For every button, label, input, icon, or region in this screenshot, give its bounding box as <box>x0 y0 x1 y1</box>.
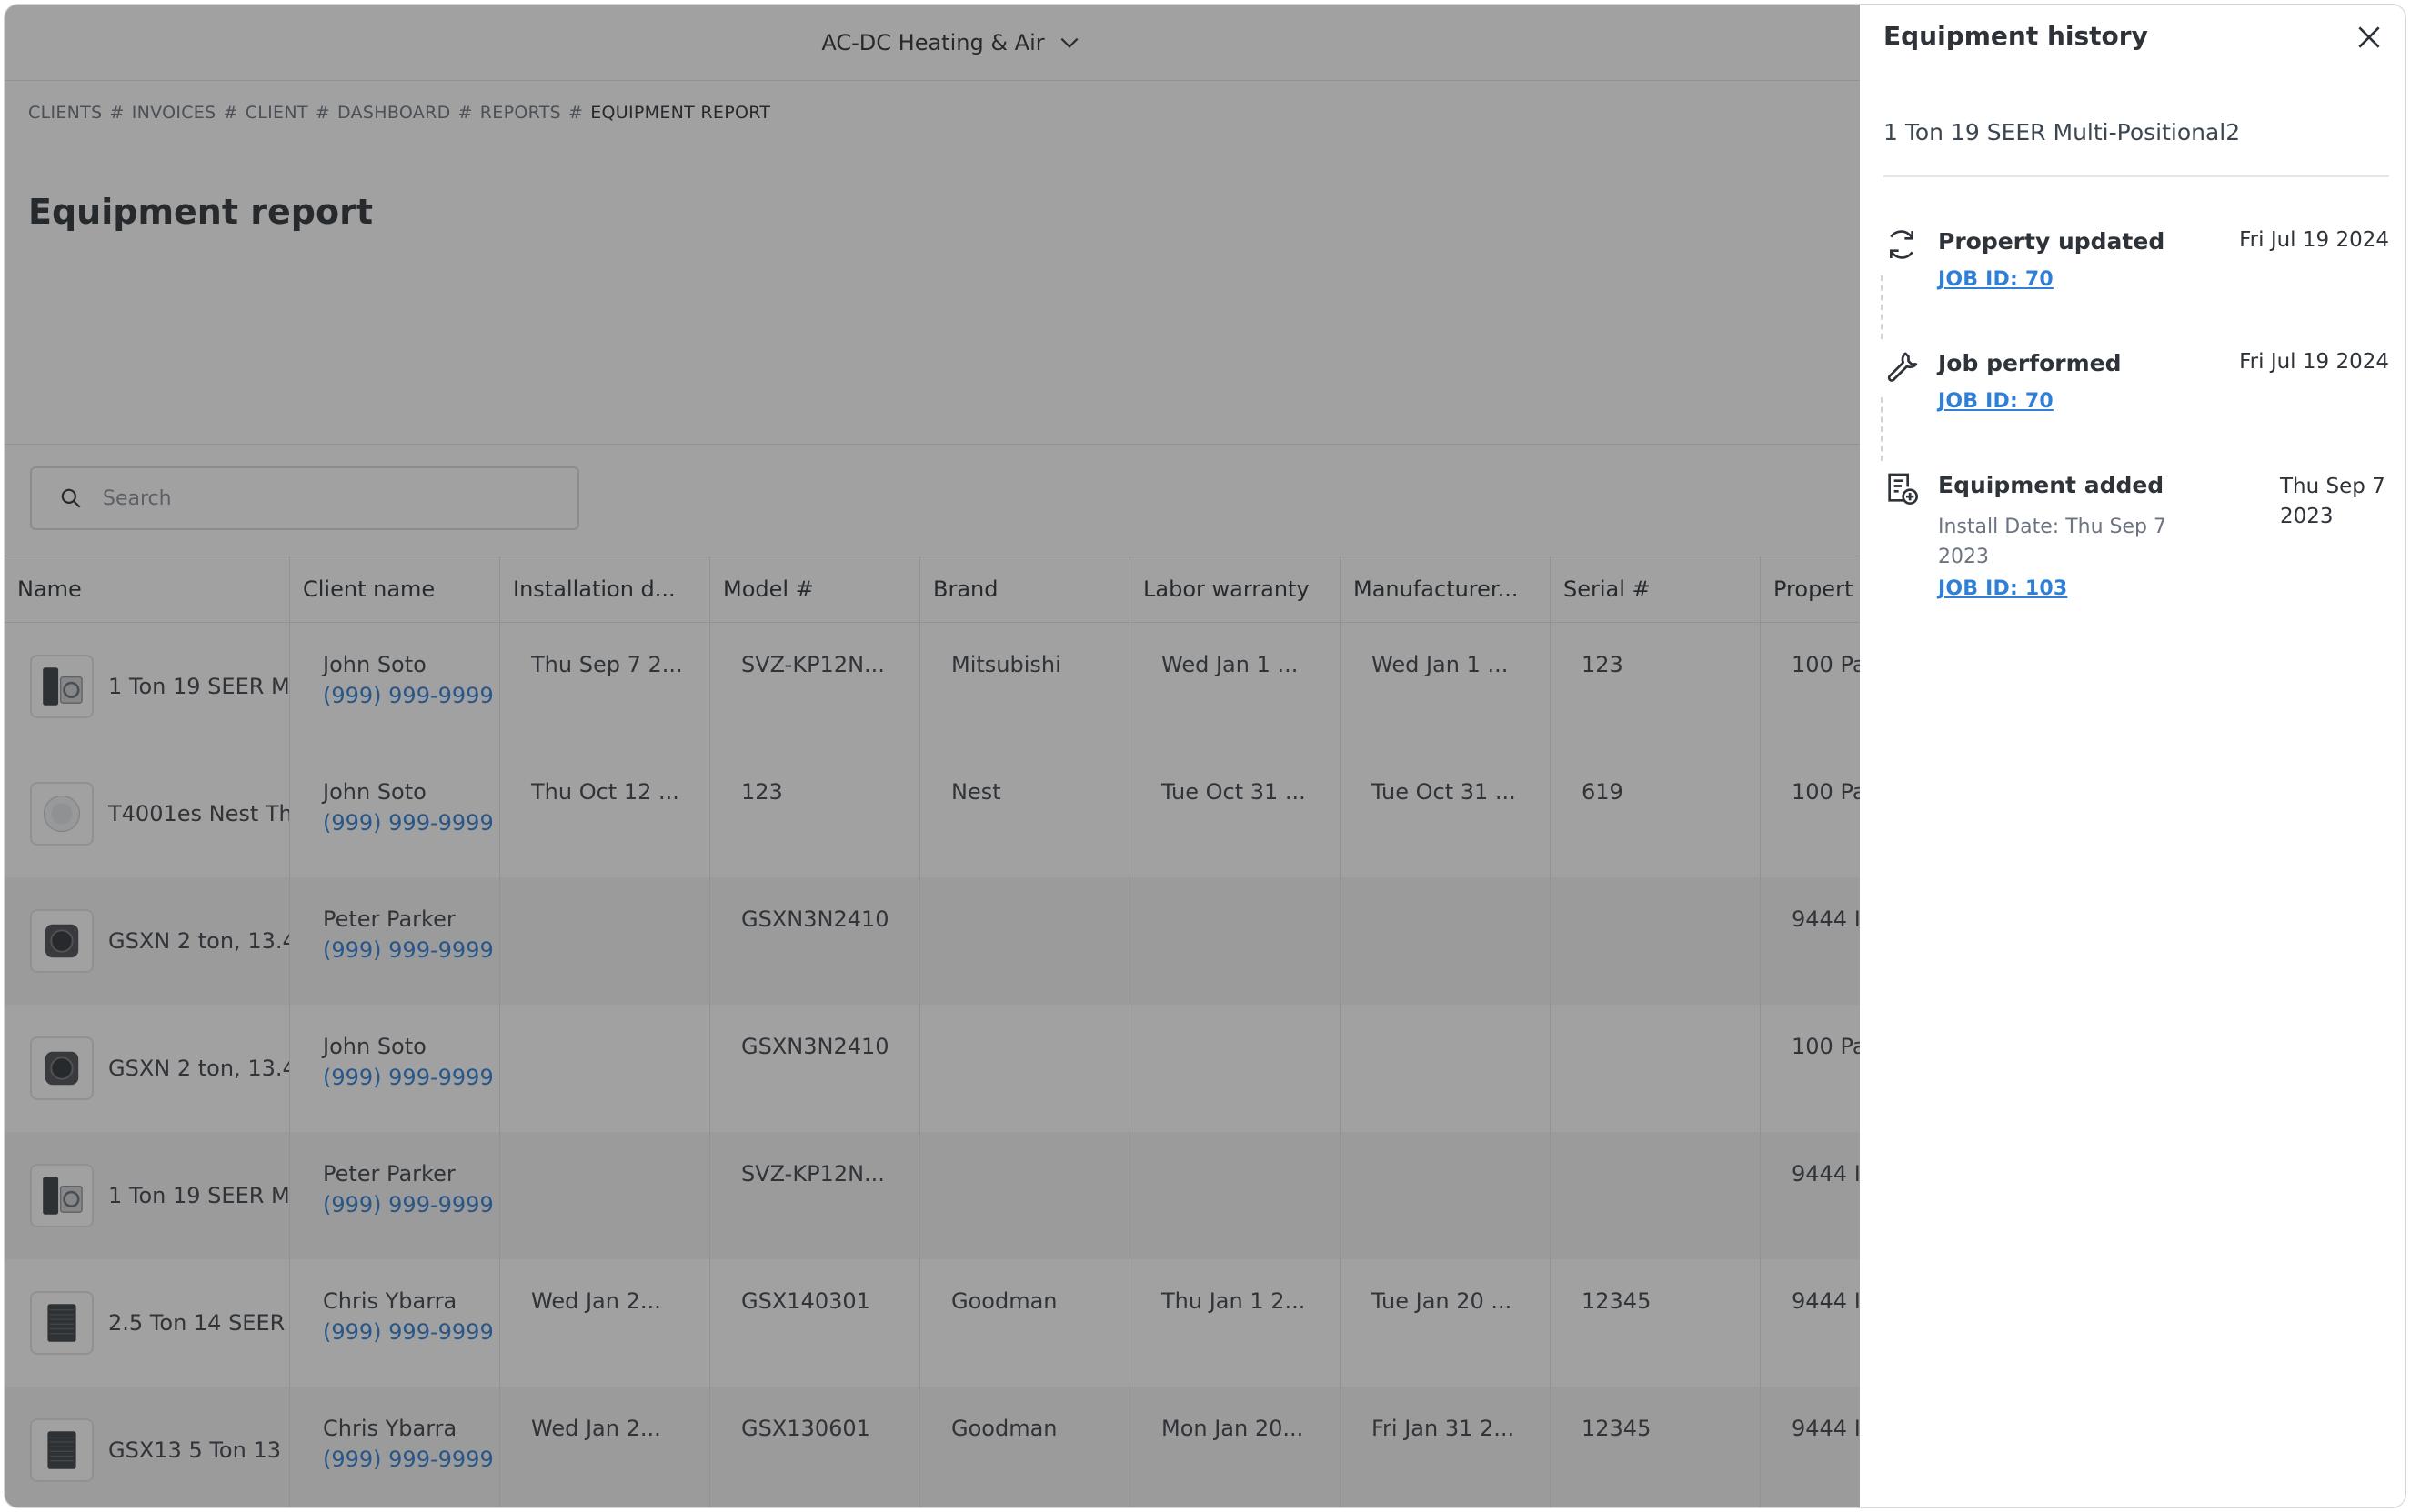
event-title: Job performed <box>1938 350 2122 376</box>
event-title: Property updated <box>1938 228 2165 255</box>
wrench-icon <box>1883 348 1920 385</box>
refresh-icon <box>1883 226 1920 263</box>
panel-title: Equipment history <box>1883 21 2148 51</box>
event-title: Equipment added <box>1938 472 2164 498</box>
event-date-line: 2023 <box>2280 505 2334 528</box>
timeline-connector <box>1881 397 1883 461</box>
job-link[interactable]: JOB ID: 103 <box>1938 577 2067 600</box>
app-window: AC-DC Heating & Air CLIENTS # INVOICES #… <box>4 4 2406 1508</box>
job-link[interactable]: JOB ID: 70 <box>1938 390 2054 413</box>
close-button[interactable] <box>2349 17 2389 57</box>
job-link[interactable]: JOB ID: 70 <box>1938 268 2054 291</box>
event-date-line: Thu Sep 7 <box>2280 475 2385 498</box>
event-date: Thu Sep 7 2023 <box>2280 472 2389 532</box>
equipment-name: 1 Ton 19 SEER Multi-Positional2 <box>1883 119 2241 145</box>
timeline-connector <box>1881 275 1883 339</box>
close-icon <box>2358 26 2380 48</box>
equipment-history-panel: Equipment history 1 Ton 19 SEER Multi-Po… <box>1860 5 2405 1507</box>
install-date: Install Date: Thu Sep 7 2023 <box>1938 516 2166 568</box>
divider <box>1883 175 2389 177</box>
event-date: Fri Jul 19 2024 <box>2239 350 2389 374</box>
event-date: Fri Jul 19 2024 <box>2239 228 2389 252</box>
equipment-add-icon <box>1883 470 1920 506</box>
